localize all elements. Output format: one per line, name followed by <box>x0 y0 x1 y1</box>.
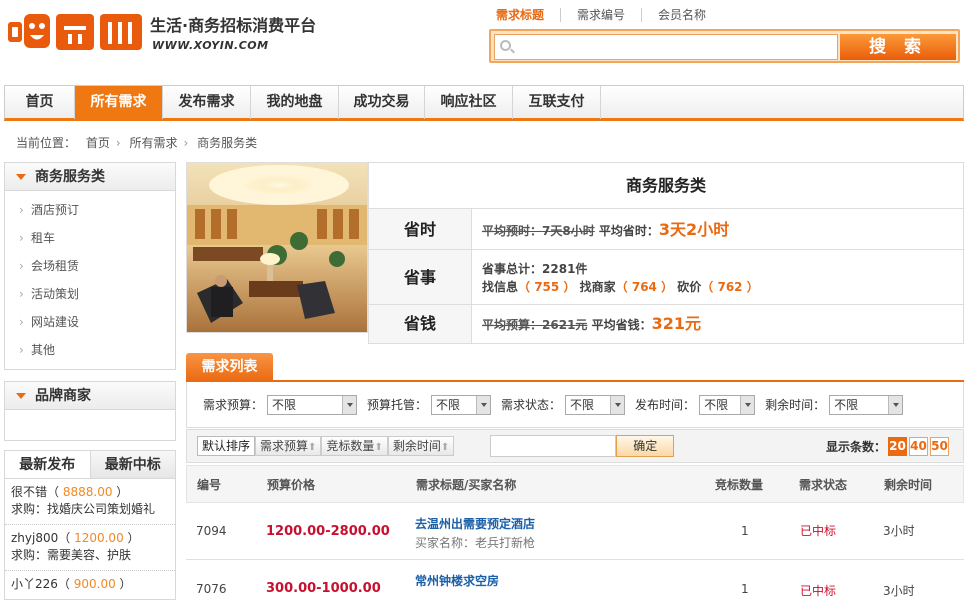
chevron-down-icon <box>615 402 622 407</box>
list-item[interactable]: 小丫226（ 900.00 ） <box>5 571 175 593</box>
budget-select[interactable]: 不限 <box>267 394 358 415</box>
main-nav: 首页 所有需求 发布需求 我的地盘 成功交易 响应社区 互联支付 <box>4 85 964 121</box>
site-logo[interactable] <box>6 8 146 56</box>
stat-label-money: 省钱 <box>369 305 472 343</box>
tab-latest-win[interactable]: 最新中标 <box>90 451 175 478</box>
nav-publish-demand[interactable]: 发布需求 <box>163 86 251 119</box>
sidebar-item-event[interactable]: 活动策划 <box>5 280 175 308</box>
search-icon <box>500 40 511 51</box>
breadcrumb: 当前位置： 首页 › 所有需求 › 商务服务类 <box>16 134 263 151</box>
stat-value-effort: 省事总计：2281件 找信息（ 755 ） 找商家（ 764 ） 砍价（ 762… <box>482 262 759 294</box>
search-box: 搜 索 <box>489 29 960 63</box>
stat-label-effort: 省事 <box>369 250 472 304</box>
sort-arrow-icon: ⬆ <box>308 442 317 453</box>
category-stats-title: 商务服务类 <box>369 163 963 209</box>
table-row[interactable]: 7076 300.00-1000.00 常州钟楼求空房 1 已中标 3小时 <box>186 561 964 598</box>
search-tab-id[interactable]: 需求编号 <box>560 8 641 22</box>
search-tab-title[interactable]: 需求标题 <box>496 8 560 22</box>
page-size-20[interactable]: 20 <box>888 436 907 456</box>
publish-time-select[interactable]: 不限 <box>699 394 756 415</box>
brand-panel: 品牌商家 <box>4 381 176 441</box>
list-item[interactable]: zhyj800（ 1200.00 ） 求购：需要美容、护肤 <box>5 525 175 571</box>
latest-panel: 最新发布 最新中标 很不错（ 8888.00 ） 求购：找婚庆公司策划婚礼 zh… <box>4 450 176 600</box>
breadcrumb-all-demands[interactable]: 所有需求 <box>130 136 178 150</box>
category-stats: 商务服务类 省时 平均预时：7天8小时 平均省时：3天2小时 省事 省事总计：2… <box>368 162 964 344</box>
search-input[interactable] <box>494 34 838 60</box>
category-photo <box>186 162 368 333</box>
sidebar-item-car-rental[interactable]: 租车 <box>5 224 175 252</box>
escrow-select[interactable]: 不限 <box>431 394 492 415</box>
site-domain: WWW.XOYIN.COM <box>152 39 269 52</box>
chevron-right-icon: › <box>183 136 189 150</box>
nav-success-trades[interactable]: 成功交易 <box>339 86 425 119</box>
sort-arrow-icon: ⬆ <box>374 442 383 453</box>
sidebar-item-website[interactable]: 网站建设 <box>5 308 175 336</box>
status-select[interactable]: 不限 <box>565 394 626 415</box>
demand-title-link[interactable]: 常州钟楼求空房 <box>415 572 499 589</box>
chevron-right-icon: › <box>115 136 121 150</box>
stat-value-time: 平均预时：7天8小时 平均省时：3天2小时 <box>482 220 730 239</box>
sidebar-item-other[interactable]: 其他 <box>5 336 175 364</box>
hotel-lobby-image <box>187 163 367 332</box>
sidebar-item-venue[interactable]: 会场租赁 <box>5 252 175 280</box>
status-badge: 已中标 <box>800 524 837 538</box>
page-size-40[interactable]: 40 <box>909 436 928 456</box>
nav-payment[interactable]: 互联支付 <box>513 86 601 119</box>
page-size: 显示条数： 20 40 50 <box>825 436 949 456</box>
brand-panel-title: 品牌商家 <box>5 382 175 410</box>
sort-budget-button[interactable]: 需求预算⬆ <box>255 436 322 456</box>
confirm-button[interactable]: 确定 <box>616 435 675 457</box>
remaining-time-select[interactable]: 不限 <box>829 394 904 415</box>
sidebar-item-hotel[interactable]: 酒店预订 <box>5 196 175 224</box>
breadcrumb-prefix: 当前位置： <box>16 136 77 150</box>
nav-all-demands[interactable]: 所有需求 <box>75 86 163 119</box>
stat-label-time: 省时 <box>369 209 472 249</box>
nav-home[interactable]: 首页 <box>5 86 75 119</box>
sort-default-button[interactable]: 默认排序 <box>197 436 256 456</box>
search-type-tabs: 需求标题 需求编号 会员名称 <box>496 8 722 22</box>
sort-bids-button[interactable]: 竞标数量⬆ <box>321 436 388 456</box>
category-panel-title: 商务服务类 <box>5 163 175 191</box>
sort-remaining-button[interactable]: 剩余时间⬆ <box>387 436 455 456</box>
search-tab-member[interactable]: 会员名称 <box>641 8 722 22</box>
nav-community[interactable]: 响应社区 <box>425 86 513 119</box>
breadcrumb-current: 商务服务类 <box>197 136 258 150</box>
list-item[interactable]: 很不错（ 8888.00 ） 求购：找婚庆公司策划婚礼 <box>5 479 175 525</box>
search-button[interactable]: 搜 索 <box>840 34 956 60</box>
logo-mark-icon <box>8 14 142 50</box>
chevron-down-icon <box>745 402 752 407</box>
filter-bar: 需求预算： 不限 预算托管： 不限 需求状态： 不限 发布时间： 不限 剩余时间… <box>186 382 964 428</box>
sort-arrow-icon: ⬆ <box>440 442 450 453</box>
tab-latest-publish[interactable]: 最新发布 <box>5 451 91 478</box>
table-row[interactable]: 7094 1200.00-2800.00 去温州出需要预定酒店 买家名称：老兵打… <box>186 503 964 560</box>
chevron-down-icon <box>893 402 900 407</box>
category-panel: 商务服务类 酒店预订 租车 会场租赁 活动策划 网站建设 其他 <box>4 162 176 370</box>
chevron-down-icon <box>347 402 354 407</box>
keyword-input[interactable] <box>490 435 617 457</box>
page-size-50[interactable]: 50 <box>930 436 949 456</box>
sort-bar: 默认排序 需求预算⬆ 竞标数量⬆ 剩余时间⬆ 确定 显示条数： 20 40 50 <box>186 429 964 463</box>
tab-demand-list[interactable]: 需求列表 <box>186 353 273 381</box>
demand-title-link[interactable]: 去温州出需要预定酒店 <box>415 515 535 532</box>
table-header: 编号 预算价格 需求标题/买家名称 竞标数量 需求状态 剩余时间 <box>186 465 964 503</box>
stat-value-money: 平均预算：2621元 平均省钱：321元 <box>482 314 702 333</box>
status-badge: 已中标 <box>800 584 837 598</box>
chevron-down-icon <box>481 402 488 407</box>
breadcrumb-home[interactable]: 首页 <box>86 136 110 150</box>
nav-my-space[interactable]: 我的地盘 <box>251 86 339 119</box>
site-slogan: 生活·商务招标消费平台 <box>150 16 317 35</box>
